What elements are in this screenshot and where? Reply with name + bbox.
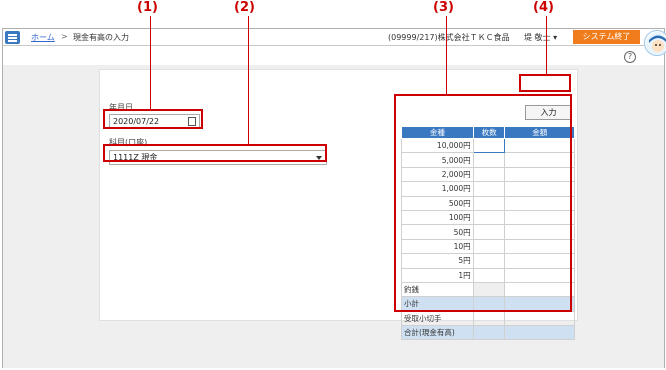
table-row: 合計(現金有高) xyxy=(401,325,575,341)
highlight-box-3 xyxy=(394,94,572,312)
connector-4 xyxy=(546,16,547,74)
count-cell xyxy=(472,310,506,327)
amount-cell xyxy=(504,325,575,341)
count-cell xyxy=(472,325,506,341)
row-label-cell: 合計(現金有高) xyxy=(401,325,474,341)
user-menu[interactable]: 堤 敬士 ▾ xyxy=(524,32,557,43)
breadcrumb-home-link[interactable]: ホーム xyxy=(31,32,55,43)
assistant-avatar-icon[interactable] xyxy=(644,30,666,56)
connector-2 xyxy=(248,16,249,144)
annotation-3: (3) xyxy=(433,0,454,15)
highlight-box-4 xyxy=(519,74,571,92)
amount-input-cell[interactable] xyxy=(504,310,575,327)
highlight-box-2 xyxy=(103,144,327,162)
top-bar: ホーム > 現金有高の入力 (09999/217)株式会社ＴＫＣ食品 堤 敬士 … xyxy=(3,29,664,46)
connector-1 xyxy=(150,16,151,109)
annotation-2: (2) xyxy=(234,0,255,15)
annotation-1: (1) xyxy=(137,0,158,15)
help-icon[interactable]: ? xyxy=(624,51,636,63)
company-name: (09999/217)株式会社ＴＫＣ食品 xyxy=(388,33,510,42)
page-title: 現金有高の入力 xyxy=(73,33,129,42)
connector-3 xyxy=(446,16,447,94)
hamburger-menu-icon[interactable] xyxy=(5,31,20,44)
system-exit-button[interactable]: システム終了 xyxy=(573,30,640,44)
table-row: 受取小切手 xyxy=(401,310,575,327)
highlight-box-1 xyxy=(103,109,203,129)
row-label-cell: 受取小切手 xyxy=(401,310,474,327)
breadcrumb-separator: > xyxy=(61,32,68,41)
annotation-4: (4) xyxy=(533,0,554,15)
